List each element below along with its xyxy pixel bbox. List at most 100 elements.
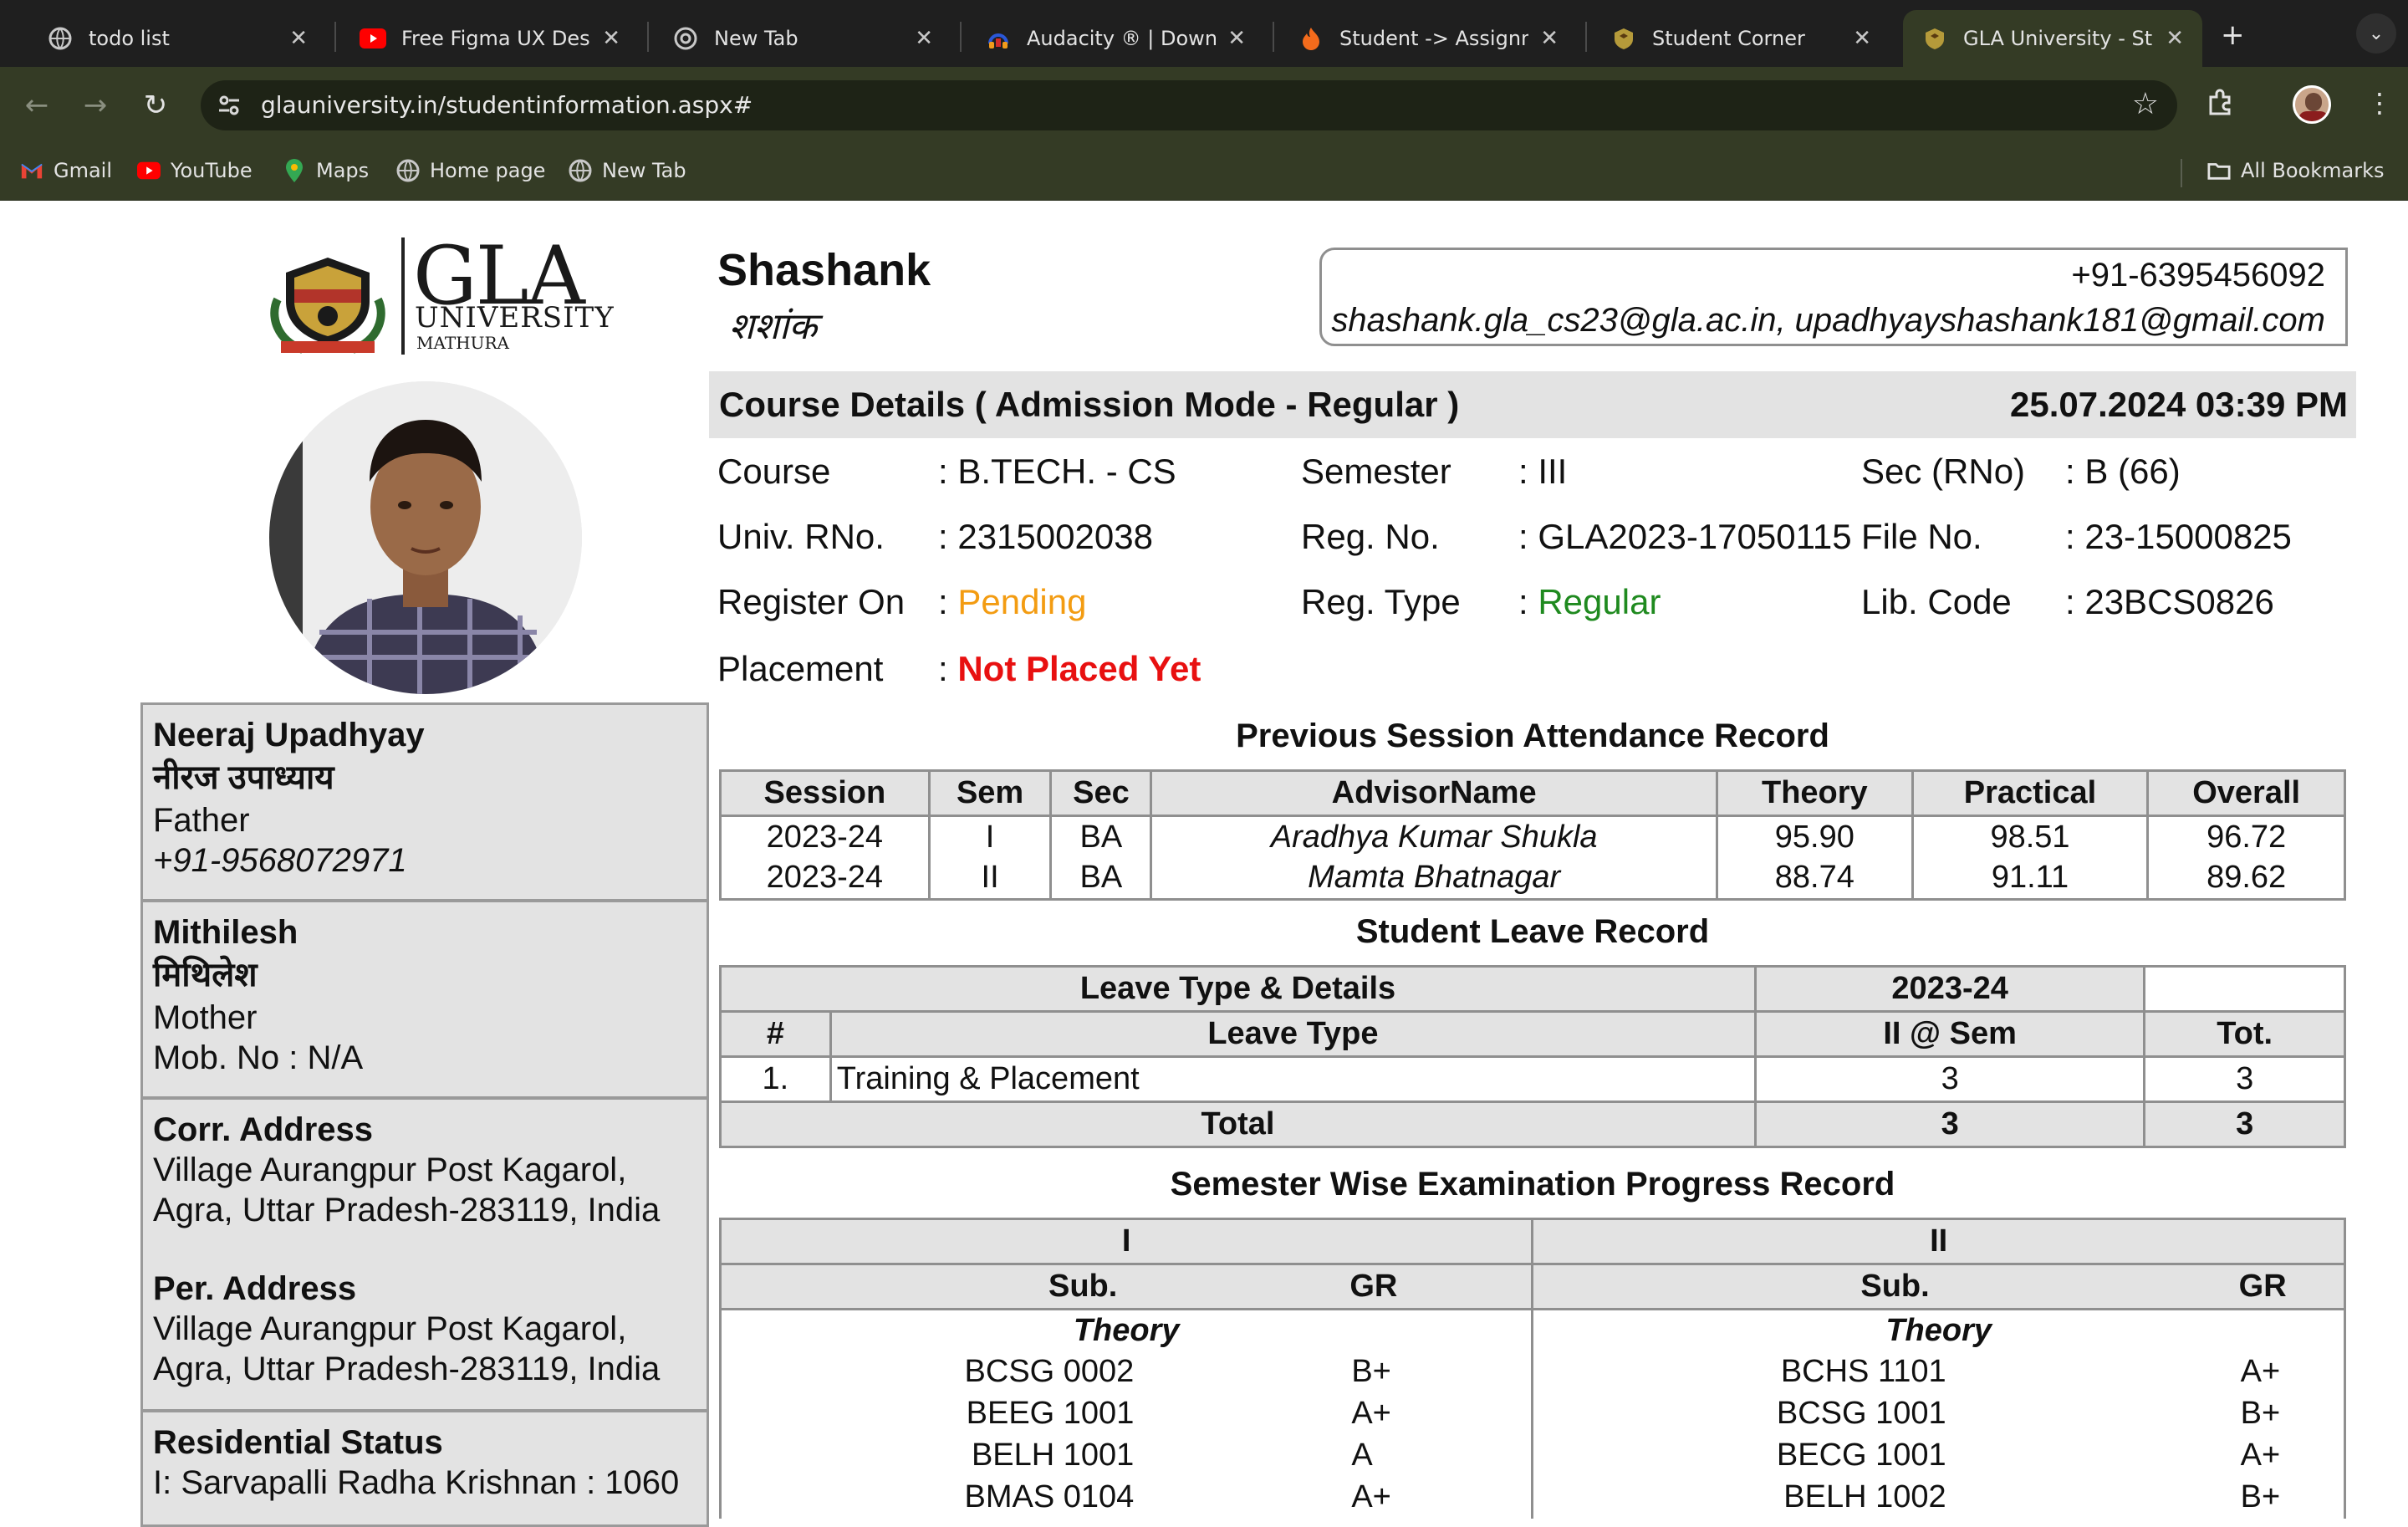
leave-type-header: Leave Type	[829, 1010, 1758, 1058]
bookmark-home-page[interactable]: Home page	[396, 159, 545, 182]
leave-row-tot: 3	[2143, 1055, 2346, 1103]
student-information-page: GLA UNIVERSITY MATHURA Neeraj Upadhyay न…	[0, 201, 2408, 1527]
section-value: : B (66)	[2065, 452, 2181, 491]
exam-subject: BEEG 1001	[719, 1392, 1344, 1435]
address-bar[interactable]: glauniversity.in/studentinformation.aspx…	[201, 80, 2177, 130]
table-row: BMAS 0104 A+ BELH 1002 B+	[719, 1476, 2346, 1519]
leave-total-tot: 3	[2143, 1101, 2346, 1148]
close-tab-icon[interactable]: ✕	[915, 26, 933, 51]
father-phone: +91-9568072971	[153, 842, 407, 879]
exam-sem2-header: II	[1531, 1218, 2346, 1265]
table-row: BCSG 0002 B+ BCHS 1101 A+	[719, 1351, 2346, 1393]
cell-theory: 88.74	[1716, 857, 1914, 900]
cell-overall: 96.72	[2146, 815, 2346, 858]
close-tab-icon[interactable]: ✕	[1853, 26, 1871, 51]
close-tab-icon[interactable]: ✕	[1227, 26, 1246, 51]
placement-colon: :	[938, 649, 958, 688]
mother-relation: Mother	[153, 999, 258, 1036]
bookmark-star-icon[interactable]: ☆	[2132, 87, 2159, 121]
youtube-icon	[360, 25, 386, 52]
col-practical: Practical	[1911, 769, 2150, 817]
close-tab-icon[interactable]: ✕	[2166, 26, 2184, 51]
bookmark-new-tab[interactable]: New Tab	[569, 159, 686, 182]
tab-separator	[334, 22, 336, 52]
tab-title: New Tab	[714, 27, 798, 50]
course-value: : B.TECH. - CS	[938, 452, 1176, 491]
placement-value: : Not Placed Yet	[938, 649, 1201, 689]
cell-sec: BA	[1049, 815, 1153, 858]
back-button[interactable]: ←	[15, 84, 59, 127]
bookmark-label: YouTube	[171, 159, 253, 182]
tab-new-tab[interactable]: New Tab ✕	[654, 10, 951, 67]
corr-address-line2: Agra, Uttar Pradesh-283119, India	[153, 1192, 661, 1228]
cell-overall: 89.62	[2146, 857, 2346, 900]
site-info-icon[interactable]	[216, 92, 242, 119]
tab-audacity[interactable]: Audacity ® | Downlo ✕	[967, 10, 1264, 67]
all-bookmarks-button[interactable]: All Bookmarks	[2207, 159, 2384, 182]
arrow-left-icon: ←	[24, 89, 49, 122]
bookmark-label: Gmail	[54, 159, 113, 182]
tab-strip: todo list ✕ Free Figma UX Desig ✕ New Ta…	[0, 0, 2408, 67]
tab-title: Student -> Assignm	[1339, 27, 1529, 50]
audacity-icon	[985, 25, 1012, 52]
table-row: 2023-24 II BA Mamta Bhatnagar 88.74 91.1…	[719, 857, 2346, 900]
reg-type-colon: :	[1518, 582, 1538, 621]
leave-group-header: Leave Type & Details	[718, 965, 1758, 1013]
bookmarks-bar: Gmail YouTube Maps Home page New Tab All…	[0, 144, 2408, 201]
father-name-hindi: नीरज उपाध्याय	[153, 759, 334, 796]
tab-title: Student Corner	[1652, 27, 1805, 50]
tab-todo-list[interactable]: todo list ✕	[28, 10, 326, 67]
tab-student-assignment[interactable]: Student -> Assignm ✕	[1279, 10, 1577, 67]
table-header-row: I II	[718, 1218, 2346, 1265]
more-menu-icon[interactable]: ⋮	[2366, 87, 2393, 119]
reload-icon: ↻	[143, 89, 168, 122]
gmail-icon	[20, 159, 43, 182]
profile-avatar[interactable]	[2293, 85, 2331, 124]
chrome-icon	[672, 25, 699, 52]
exam-grade: B+	[2155, 1476, 2346, 1519]
register-status: Pending	[957, 582, 1087, 621]
col-sem: Sem	[927, 769, 1053, 817]
course-details-header: Course Details ( Admission Mode - Regula…	[709, 371, 2356, 438]
exam-grade: A	[1343, 1434, 1534, 1477]
bookmark-youtube[interactable]: YouTube	[137, 159, 253, 182]
close-tab-icon[interactable]: ✕	[602, 26, 620, 51]
bookmark-gmail[interactable]: Gmail	[20, 159, 112, 182]
tab-separator	[960, 22, 962, 52]
exam-grade: A+	[1343, 1476, 1534, 1519]
tab-figma-video[interactable]: Free Figma UX Desig ✕	[341, 10, 639, 67]
globe-icon	[47, 25, 74, 52]
tab-search-button[interactable]: ⌄	[2356, 13, 2396, 54]
cell-practical: 91.11	[1911, 857, 2150, 900]
bookmark-label: Maps	[316, 159, 370, 182]
reload-button[interactable]: ↻	[134, 84, 177, 127]
student-photo	[269, 381, 582, 694]
tab-student-corner[interactable]: Student Corner ✕	[1592, 10, 1890, 67]
maps-pin-icon	[283, 159, 306, 182]
col-session: Session	[719, 769, 931, 817]
table-row: BEEG 1001 A+ BCSG 1001 B+	[719, 1392, 2346, 1435]
close-tab-icon[interactable]: ✕	[1540, 26, 1559, 51]
file-no-label: File No.	[1861, 517, 1982, 556]
arrow-right-icon: →	[83, 89, 108, 122]
tab-gla-university-active[interactable]: GLA University - Stu ✕	[1903, 10, 2202, 67]
univ-rno-label: Univ. RNo.	[717, 517, 885, 556]
tab-title: Audacity ® | Downlo	[1027, 27, 1217, 50]
student-name-hindi: शशांक	[729, 306, 818, 347]
student-name: Shashank	[717, 245, 931, 295]
address-box: Corr. Address Village Aurangpur Post Kag…	[140, 1097, 709, 1412]
close-tab-icon[interactable]: ✕	[289, 26, 308, 51]
extensions-icon[interactable]	[2206, 87, 2236, 124]
leave-title: Student Leave Record	[1355, 913, 1710, 950]
leave-tot-header: Tot.	[2143, 1010, 2346, 1058]
cell-theory: 95.90	[1716, 815, 1914, 858]
bookmark-maps[interactable]: Maps	[283, 159, 369, 182]
bookmark-label: Home page	[430, 159, 546, 182]
new-tab-button[interactable]: +	[2221, 18, 2245, 52]
forward-button[interactable]: →	[74, 84, 117, 127]
folder-icon	[2207, 159, 2231, 182]
tab-title: todo list	[89, 27, 170, 50]
youtube-icon	[137, 159, 161, 182]
table-row: BELH 1001 A BECG 1001 A+	[719, 1434, 2346, 1477]
father-relation: Father	[153, 802, 250, 839]
